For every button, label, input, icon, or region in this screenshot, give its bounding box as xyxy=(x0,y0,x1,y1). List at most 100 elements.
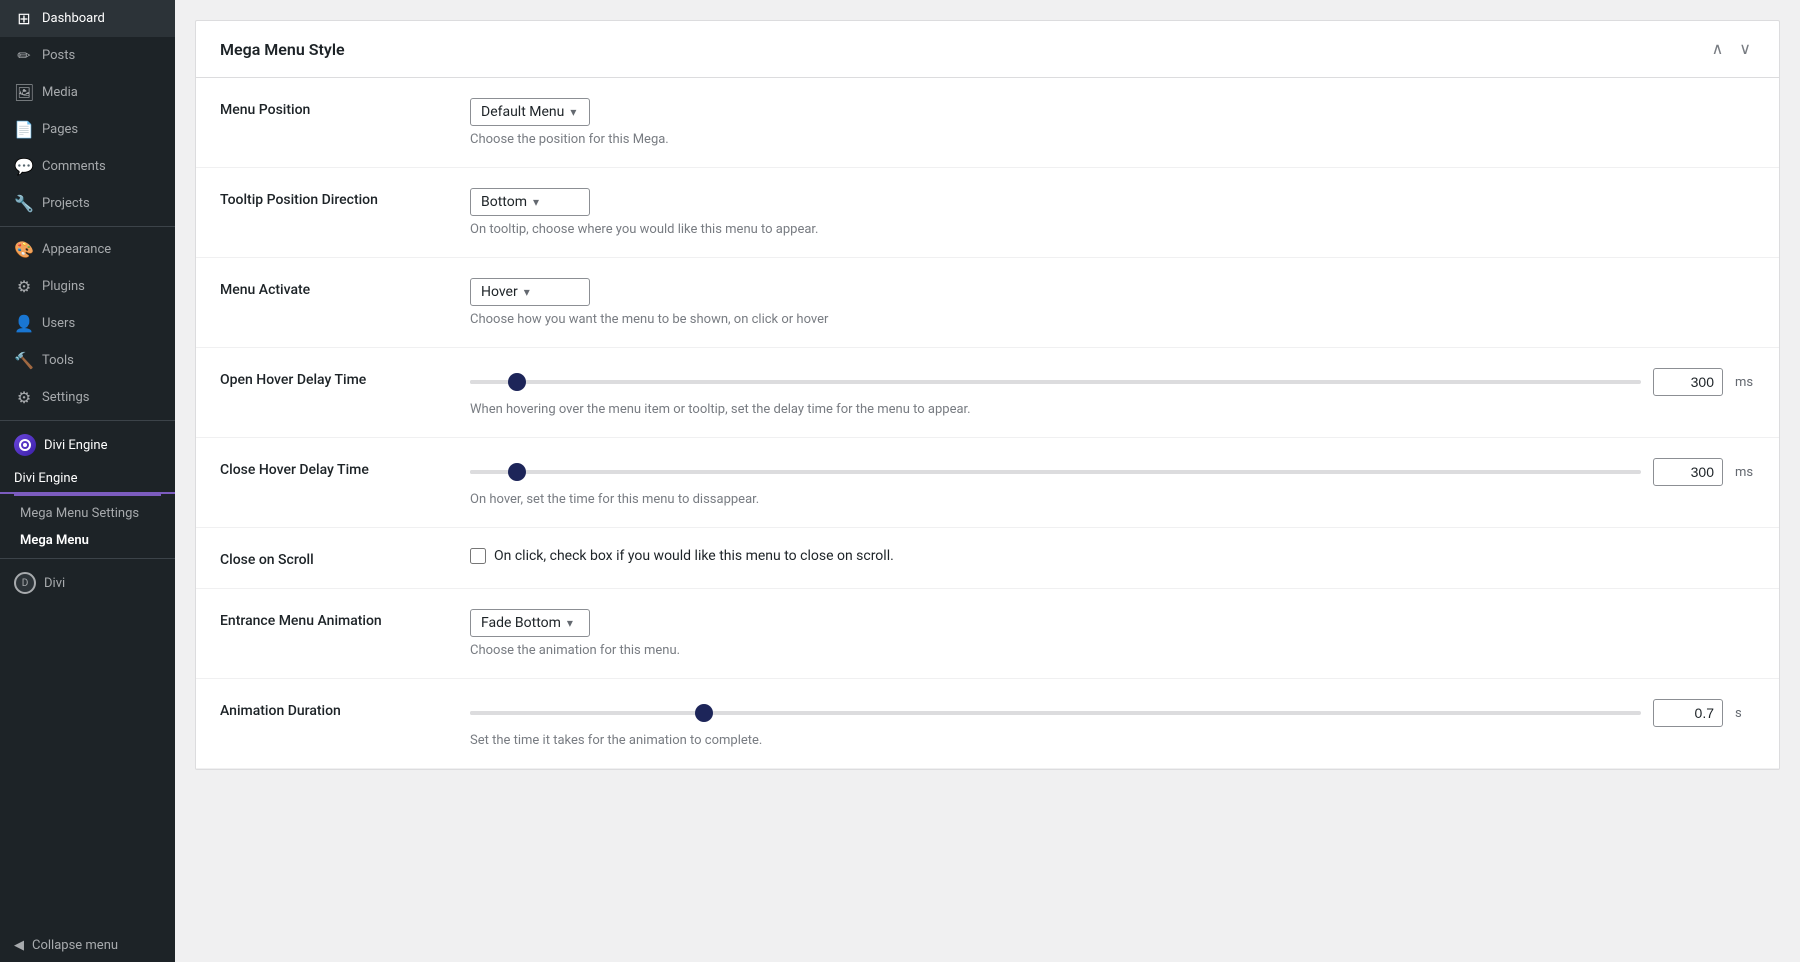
sidebar-item-projects[interactable]: 🔧 Projects xyxy=(0,185,175,222)
chevron-down-icon: ▾ xyxy=(533,195,539,209)
chevron-down-icon: ▾ xyxy=(524,285,530,299)
dashboard-icon: ⊞ xyxy=(14,9,34,28)
comments-icon: 💬 xyxy=(14,157,34,176)
close-on-scroll-checkbox-label: On click, check box if you would like th… xyxy=(494,548,894,564)
collapse-label: Collapse menu xyxy=(32,938,118,953)
sidebar-item-dashboard[interactable]: ⊞ Dashboard xyxy=(0,0,175,37)
open-hover-delay-control: ms When hovering over the menu item or t… xyxy=(470,368,1755,417)
animation-duration-unit: s xyxy=(1735,706,1755,721)
sidebar-item-divi-engine[interactable]: Divi Engine xyxy=(0,425,175,465)
open-hover-delay-unit: ms xyxy=(1735,375,1755,390)
active-indicator xyxy=(14,494,161,496)
tooltip-position-description: On tooltip, choose where you would like … xyxy=(470,222,1755,237)
divi-circle-icon: D xyxy=(14,572,36,594)
sidebar-divi-engine-sub[interactable]: Divi Engine xyxy=(0,465,175,494)
menu-activate-label: Menu Activate xyxy=(220,278,450,298)
open-hover-delay-label: Open Hover Delay Time xyxy=(220,368,450,388)
open-hover-delay-row: Open Hover Delay Time ms When hovering o… xyxy=(196,348,1779,438)
sidebar-item-pages[interactable]: 📄 Pages xyxy=(0,111,175,148)
chevron-down-icon: ▾ xyxy=(570,105,576,119)
entrance-animation-select[interactable]: Fade Bottom ▾ xyxy=(470,609,590,637)
slider-fill-3 xyxy=(470,711,704,715)
chevron-down-icon: ▾ xyxy=(567,616,573,630)
panel-expand-button[interactable]: ∨ xyxy=(1735,37,1755,61)
tooltip-position-value: Bottom xyxy=(481,194,527,210)
sidebar-item-label: Users xyxy=(42,316,75,331)
animation-duration-label: Animation Duration xyxy=(220,699,450,719)
plugins-icon: ⚙ xyxy=(14,277,34,296)
sidebar-item-comments[interactable]: 💬 Comments xyxy=(0,148,175,185)
menu-position-row: Menu Position Default Menu ▾ Choose the … xyxy=(196,78,1779,168)
menu-activate-value: Hover xyxy=(481,284,518,300)
sidebar-item-label: Posts xyxy=(42,48,75,63)
divi-engine-label: Divi Engine xyxy=(44,438,107,453)
menu-activate-row: Menu Activate Hover ▾ Choose how you wan… xyxy=(196,258,1779,348)
sidebar-item-label: Comments xyxy=(42,159,106,174)
sidebar-item-label: Appearance xyxy=(42,242,111,257)
sidebar-item-mega-menu-settings[interactable]: Mega Menu Settings xyxy=(0,500,175,527)
animation-duration-description: Set the time it takes for the animation … xyxy=(470,733,1755,748)
close-hover-delay-slider-row: ms xyxy=(470,458,1755,486)
close-on-scroll-checkbox-row: On click, check box if you would like th… xyxy=(470,548,1755,564)
open-hover-delay-track[interactable] xyxy=(470,380,1641,384)
sidebar: ⊞ Dashboard ✏ Posts 🖼 Media 📄 Pages 💬 Co… xyxy=(0,0,175,962)
animation-duration-track[interactable] xyxy=(470,711,1641,715)
close-hover-delay-control: ms On hover, set the time for this menu … xyxy=(470,458,1755,507)
sidebar-item-label: Dashboard xyxy=(42,11,105,26)
tools-icon: 🔨 xyxy=(14,351,34,370)
pages-icon: 📄 xyxy=(14,120,34,139)
sidebar-item-appearance[interactable]: 🎨 Appearance xyxy=(0,231,175,268)
mega-menu-label: Mega Menu xyxy=(20,533,89,548)
projects-icon: 🔧 xyxy=(14,194,34,213)
sidebar-divider-3 xyxy=(0,558,175,559)
sidebar-item-users[interactable]: 👤 Users xyxy=(0,305,175,342)
sidebar-item-divi[interactable]: D Divi xyxy=(0,563,175,603)
close-on-scroll-label: Close on Scroll xyxy=(220,548,450,568)
animation-duration-row: Animation Duration s Set the time it tak… xyxy=(196,679,1779,769)
animation-duration-slider-row: s xyxy=(470,699,1755,727)
sidebar-divider xyxy=(0,226,175,227)
open-hover-delay-description: When hovering over the menu item or tool… xyxy=(470,402,1755,417)
sidebar-collapse-menu[interactable]: ◀ Collapse menu xyxy=(0,929,175,962)
sidebar-item-label: Tools xyxy=(42,353,74,368)
animation-duration-control: s Set the time it takes for the animatio… xyxy=(470,699,1755,748)
menu-position-select[interactable]: Default Menu ▾ xyxy=(470,98,590,126)
close-hover-delay-track[interactable] xyxy=(470,470,1641,474)
sidebar-item-label: Plugins xyxy=(42,279,85,294)
tooltip-position-select[interactable]: Bottom ▾ xyxy=(470,188,590,216)
sidebar-item-posts[interactable]: ✏ Posts xyxy=(0,37,175,74)
divi-engine-icon xyxy=(14,434,36,456)
sidebar-item-media[interactable]: 🖼 Media xyxy=(0,74,175,111)
divi-label: Divi xyxy=(44,576,65,591)
users-icon: 👤 xyxy=(14,314,34,333)
tooltip-position-control: Bottom ▾ On tooltip, choose where you wo… xyxy=(470,188,1755,237)
mega-menu-settings-label: Mega Menu Settings xyxy=(20,506,139,521)
close-on-scroll-row: Close on Scroll On click, check box if y… xyxy=(196,528,1779,589)
menu-position-label: Menu Position xyxy=(220,98,450,118)
tooltip-position-row: Tooltip Position Direction Bottom ▾ On t… xyxy=(196,168,1779,258)
menu-activate-select[interactable]: Hover ▾ xyxy=(470,278,590,306)
sidebar-item-mega-menu[interactable]: Mega Menu xyxy=(0,527,175,554)
panel-controls: ∧ ∨ xyxy=(1708,37,1755,61)
entrance-animation-value: Fade Bottom xyxy=(481,615,561,631)
panel-collapse-button[interactable]: ∧ xyxy=(1708,37,1728,61)
divi-engine-sub-label: Divi Engine xyxy=(14,471,77,486)
open-hover-delay-thumb[interactable] xyxy=(508,373,526,391)
sidebar-item-settings[interactable]: ⚙ Settings xyxy=(0,379,175,416)
animation-duration-input[interactable] xyxy=(1653,699,1723,727)
menu-activate-control: Hover ▾ Choose how you want the menu to … xyxy=(470,278,1755,327)
main-content: Mega Menu Style ∧ ∨ Menu Position Defaul… xyxy=(175,0,1800,962)
entrance-animation-label: Entrance Menu Animation xyxy=(220,609,450,629)
close-hover-delay-row: Close Hover Delay Time ms On hover, set … xyxy=(196,438,1779,528)
open-hover-delay-input[interactable] xyxy=(1653,368,1723,396)
close-hover-delay-description: On hover, set the time for this menu to … xyxy=(470,492,1755,507)
sidebar-item-label: Media xyxy=(42,85,78,100)
sidebar-item-label: Projects xyxy=(42,196,90,211)
sidebar-item-plugins[interactable]: ⚙ Plugins xyxy=(0,268,175,305)
close-hover-delay-input[interactable] xyxy=(1653,458,1723,486)
close-hover-delay-thumb[interactable] xyxy=(508,463,526,481)
animation-duration-thumb[interactable] xyxy=(695,704,713,722)
close-on-scroll-checkbox[interactable] xyxy=(470,548,486,564)
sidebar-item-tools[interactable]: 🔨 Tools xyxy=(0,342,175,379)
menu-activate-description: Choose how you want the menu to be shown… xyxy=(470,312,1755,327)
